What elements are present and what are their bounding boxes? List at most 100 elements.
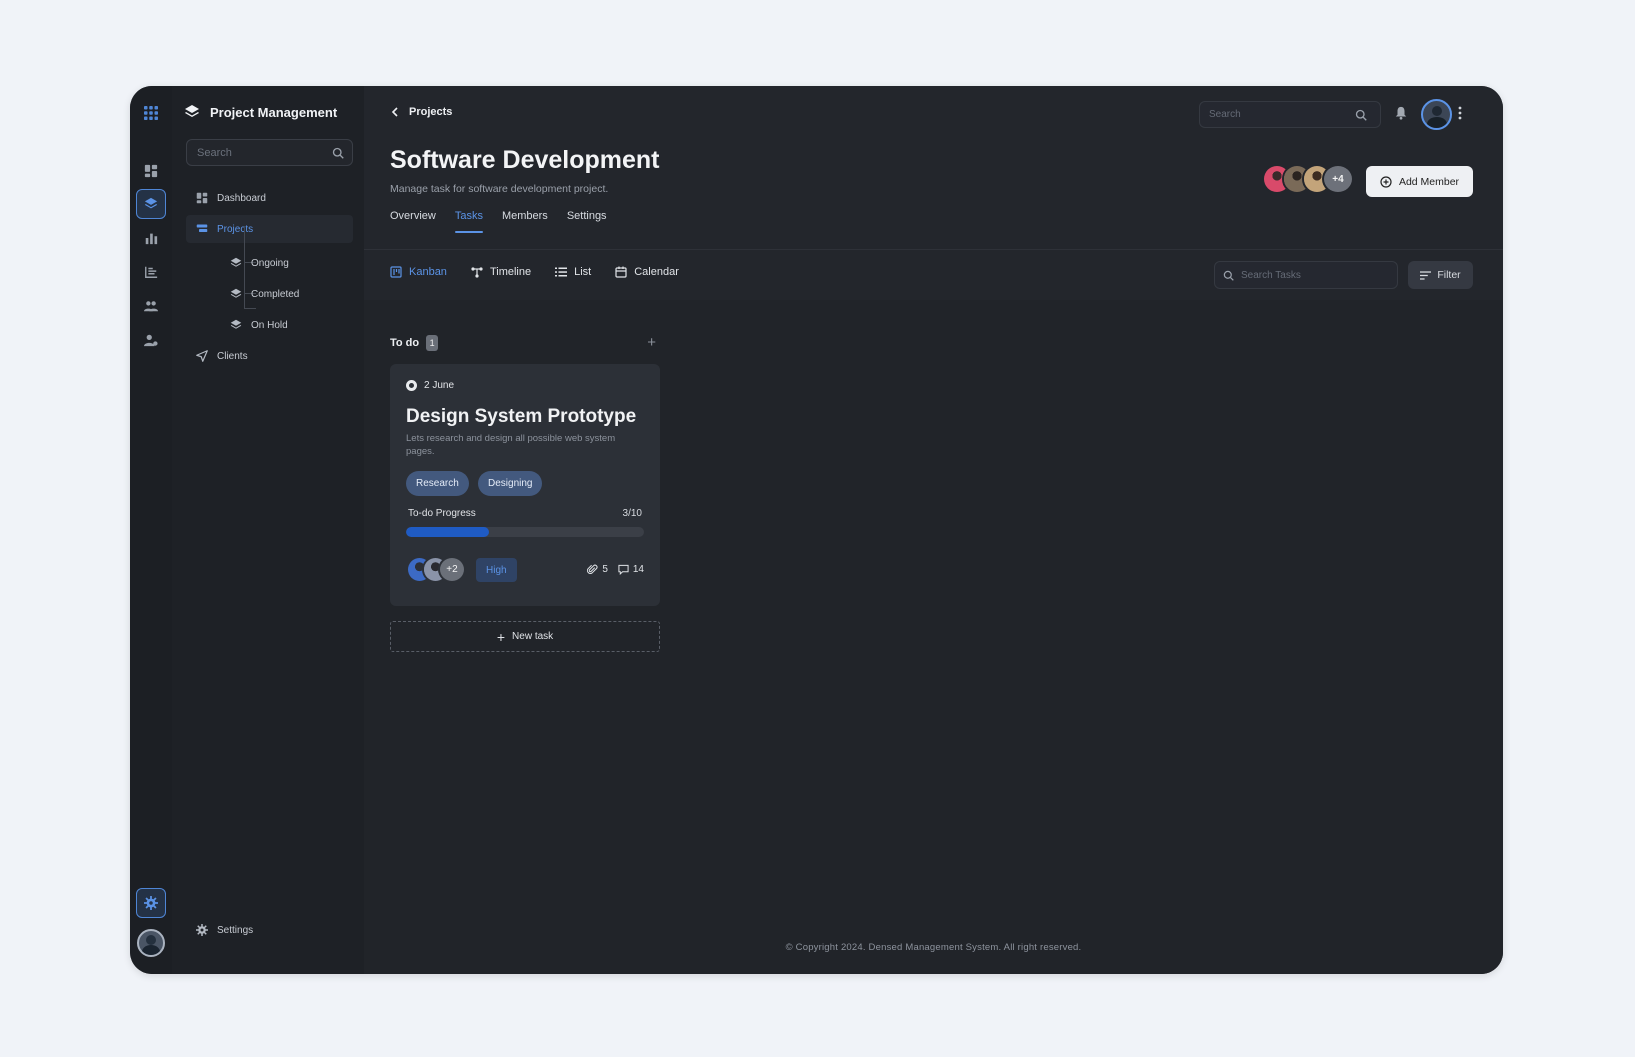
bell-icon[interactable] [1394, 106, 1408, 120]
comments[interactable]: 14 [618, 564, 644, 575]
new-task-button[interactable]: + New task [390, 621, 660, 652]
sidebar-item-clients[interactable]: Clients [186, 342, 353, 370]
gear-icon [196, 924, 208, 936]
app-window: Project Management Dashboard Projects On… [130, 86, 1503, 974]
view-label: List [574, 266, 592, 278]
search-icon[interactable] [1355, 109, 1367, 121]
attachments-count: 5 [602, 564, 608, 575]
plus-icon: + [496, 628, 506, 645]
progress-bar [406, 527, 644, 537]
task-assignees[interactable]: +2 [406, 556, 468, 584]
tabs: Overview Tasks Members Settings [390, 210, 607, 233]
sidebar-item-settings[interactable]: Settings [186, 916, 353, 944]
brand: Project Management [184, 104, 337, 120]
sidebar-item-label: Projects [217, 223, 254, 235]
sidebar-search [186, 139, 353, 166]
task-card[interactable]: 2 June Design System Prototype Lets rese… [390, 364, 660, 606]
task-search [1214, 261, 1398, 289]
tab-tasks[interactable]: Tasks [454, 210, 484, 233]
sidebar-item-projects[interactable]: Projects [186, 215, 353, 243]
tree-branch [244, 308, 256, 309]
column-title: To do [390, 337, 420, 349]
task-meta: 5 14 [587, 564, 644, 575]
task-search-input[interactable] [1215, 262, 1397, 288]
comments-count: 14 [632, 564, 644, 575]
plus-circle-icon [1380, 175, 1392, 188]
filter-button[interactable]: Filter [1408, 261, 1473, 289]
view-label: Calendar [634, 266, 679, 278]
user-settings-icon[interactable] [136, 325, 166, 355]
page-title: Software Development [390, 146, 660, 174]
sidebar-subitem-label: Completed [251, 288, 300, 300]
sidebar-item-dashboard[interactable]: Dashboard [186, 184, 353, 212]
view-label: Timeline [489, 266, 532, 278]
list-icon [555, 267, 568, 277]
view-kanban[interactable]: Kanban [390, 266, 447, 278]
page-subtitle: Manage task for software development pro… [390, 183, 609, 195]
dashboard-icon [196, 192, 208, 204]
calendar-icon [615, 266, 627, 278]
back-link-label: Projects [409, 106, 453, 118]
members-more-count: +4 [1322, 164, 1354, 194]
priority-badge: High [476, 558, 517, 582]
sidebar-subitem-label: On Hold [251, 319, 288, 331]
layers-icon [230, 288, 242, 298]
tab-overview[interactable]: Overview [390, 210, 436, 233]
view-timeline[interactable]: Timeline [471, 266, 531, 278]
tab-members[interactable]: Members [502, 210, 548, 233]
user-avatar[interactable] [137, 929, 165, 957]
profile-avatar[interactable] [1421, 99, 1452, 130]
timeline-icon [471, 267, 483, 278]
apps-grid-icon[interactable] [136, 98, 166, 128]
view-switcher: Kanban Timeline List Calendar [390, 266, 679, 278]
column-count-badge: 1 [426, 335, 439, 351]
filter-label: Filter [1437, 269, 1461, 281]
layers-icon [230, 319, 242, 329]
tab-settings[interactable]: Settings [567, 210, 607, 233]
sidebar-subitem-ongoing[interactable]: Ongoing [230, 252, 289, 274]
view-calendar[interactable]: Calendar [615, 266, 679, 278]
sidebar-subitem-completed[interactable]: Completed [230, 283, 299, 305]
member-avatars[interactable]: +4 [1262, 164, 1354, 194]
task-tag[interactable]: Designing [478, 471, 543, 496]
add-member-label: Add Member [1398, 175, 1460, 188]
dashboard-icon[interactable] [136, 156, 166, 186]
view-label: Kanban [409, 266, 447, 278]
top-search-input[interactable] [1200, 102, 1380, 127]
top-search [1199, 101, 1381, 128]
settings-gear-icon[interactable] [136, 888, 166, 918]
more-vertical-icon[interactable] [1458, 106, 1462, 120]
sidebar-search-input[interactable] [187, 140, 352, 165]
brand-title: Project Management [210, 104, 338, 120]
projects-layers-icon[interactable] [136, 189, 166, 219]
sidebar-item-label: Clients [217, 350, 248, 362]
task-description: Lets research and design all possible we… [406, 433, 616, 457]
add-member-button[interactable]: Add Member [1366, 166, 1473, 197]
attachments[interactable]: 5 [587, 564, 608, 575]
search-icon[interactable] [332, 147, 344, 159]
new-task-label: New task [512, 631, 554, 642]
footer-copyright: © Copyright 2024. Densed Management Syst… [785, 942, 1082, 953]
sidebar-subitem-on-hold[interactable]: On Hold [230, 314, 288, 336]
view-list[interactable]: List [555, 266, 591, 278]
task-tag[interactable]: Research [406, 471, 469, 496]
paperclip-icon [587, 564, 598, 574]
kanban-icon [390, 266, 402, 278]
sidebar-subitem-label: Ongoing [251, 257, 289, 269]
send-icon [196, 350, 208, 362]
column-add-button[interactable]: + [647, 334, 656, 351]
back-link[interactable]: Projects [390, 106, 452, 118]
analytics-icon[interactable] [136, 223, 166, 253]
team-icon[interactable] [136, 291, 166, 321]
progress-count: 3/10 [622, 508, 642, 519]
chevron-left-icon [391, 107, 398, 117]
layers-icon [230, 257, 242, 267]
assignees-more-count: +2 [438, 556, 466, 583]
sidebar-item-label: Settings [217, 924, 254, 936]
sidebar-item-label: Dashboard [217, 192, 266, 204]
projects-icon [196, 224, 208, 232]
layers-icon [185, 105, 199, 117]
filter-icon [1420, 270, 1432, 280]
sidebar: Project Management Dashboard Projects On… [172, 86, 364, 974]
reports-icon[interactable] [136, 257, 166, 287]
